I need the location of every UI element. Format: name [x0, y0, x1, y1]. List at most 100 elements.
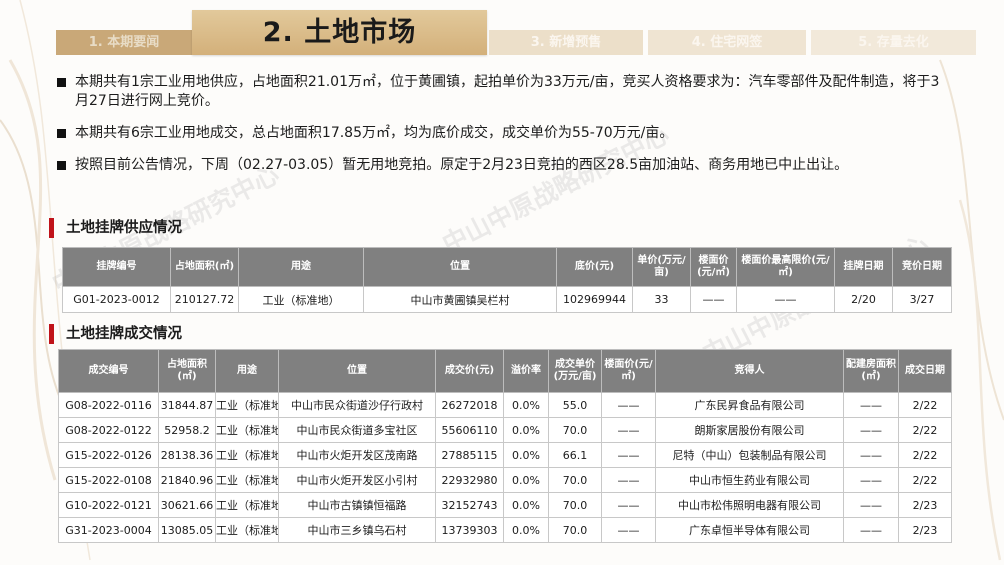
table-row: G31-2023-000413085.05工业（标准地）中山市三乡镇乌石村137…	[58, 517, 952, 543]
square-bullet-icon	[57, 129, 66, 138]
tab-new-presale[interactable]: 3. 新增预售	[489, 30, 643, 55]
table-cell: G08-2022-0116	[58, 392, 159, 418]
table-cell: ——	[843, 492, 899, 518]
table-cell: 55.0	[548, 392, 602, 418]
table-cell: 22932980	[435, 467, 504, 493]
table-cell: 0.0%	[503, 467, 549, 493]
column-header: 成交价(元)	[435, 349, 504, 393]
table-cell: 工业（标准地）	[215, 517, 279, 543]
table-cell: 26272018	[435, 392, 504, 418]
column-header: 位置	[363, 247, 557, 287]
table-cell: 0.0%	[503, 442, 549, 468]
column-header: 成交单价(万元/亩)	[548, 349, 602, 393]
column-header: 底价(元)	[556, 247, 633, 287]
table-cell: 21840.96	[158, 467, 216, 493]
table-cell: 2/22	[898, 392, 952, 418]
column-header: 楼面价(元/㎡)	[601, 349, 656, 393]
table-cell: G01-2023-0012	[62, 286, 171, 313]
tab-residential-contracts[interactable]: 4. 住宅网签	[648, 30, 806, 55]
table-cell: 66.1	[548, 442, 602, 468]
table-cell: ——	[601, 492, 656, 518]
table-row: G15-2022-010821840.96工业（标准地）中山市火炬开发区小引村2…	[58, 467, 952, 493]
tab-inventory[interactable]: 5. 存量去化	[811, 30, 976, 55]
table-cell: ——	[843, 442, 899, 468]
table-cell: 中山市松伟照明电器有限公司	[655, 492, 844, 518]
table-cell: 中山市民众街道多宝社区	[278, 417, 436, 443]
table-cell: G15-2022-0126	[58, 442, 159, 468]
table-cell: 2/22	[898, 442, 952, 468]
table-cell: 中山市黄圃镇吴栏村	[363, 286, 557, 313]
table-cell: ——	[843, 467, 899, 493]
table-cell: 2/23	[898, 492, 952, 518]
table-cell: ——	[690, 286, 737, 313]
table-cell: 13739303	[435, 517, 504, 543]
table-cell: 2/23	[898, 517, 952, 543]
table-cell: 28138.36	[158, 442, 216, 468]
section-marker	[49, 324, 54, 344]
table-cell: ——	[601, 417, 656, 443]
column-header: 成交编号	[58, 349, 159, 393]
table-cell: 70.0	[548, 467, 602, 493]
deals-section-title: 土地挂牌成交情况	[66, 326, 182, 342]
table-cell: ——	[601, 392, 656, 418]
square-bullet-icon	[57, 78, 66, 87]
table-cell: 70.0	[548, 417, 602, 443]
table-cell: 中山市三乡镇乌石村	[278, 517, 436, 543]
column-header: 配建房面积(㎡)	[843, 349, 899, 393]
column-header: 挂牌日期	[834, 247, 893, 287]
table-cell: 中山市古镇镇恒福路	[278, 492, 436, 518]
table-cell: 2/22	[898, 417, 952, 443]
column-header: 溢价率	[503, 349, 549, 393]
table-cell: 3/27	[892, 286, 952, 313]
summary-bullet: 本期共有6宗工业用地成交，总占地面积17.85万㎡，均为底价成交，成交单价为55…	[57, 124, 942, 143]
table-cell: ——	[843, 417, 899, 443]
table-cell: 55606110	[435, 417, 504, 443]
table-cell: 52958.2	[158, 417, 216, 443]
table-cell: 广东卓恒半导体有限公司	[655, 517, 844, 543]
table-cell: 210127.72	[170, 286, 239, 313]
table-cell: 尼特（中山）包装制品有限公司	[655, 442, 844, 468]
table-row: G15-2022-012628138.36工业（标准地）中山市火炬开发区茂南路2…	[58, 442, 952, 468]
table-cell: 中山市恒生药业有限公司	[655, 467, 844, 493]
table-cell: 工业（标准地）	[215, 417, 279, 443]
table-cell: 32152743	[435, 492, 504, 518]
table-cell: 工业（标准地）	[215, 467, 279, 493]
table-cell: 70.0	[548, 517, 602, 543]
table-row: G08-2022-012252958.2工业（标准地）中山市民众街道多宝社区55…	[58, 417, 952, 443]
column-header: 单价(万元/亩)	[632, 247, 691, 287]
table-cell: 31844.87	[158, 392, 216, 418]
table-cell: ——	[601, 442, 656, 468]
table-cell: ——	[843, 392, 899, 418]
column-header: 竞价日期	[892, 247, 952, 287]
supply-table: 挂牌编号 占地面积(㎡) 用途 位置 底价(元) 单价(万元/亩) 楼面价(元/㎡) 楼面价最…	[62, 247, 952, 313]
table-cell: 工业（标准地）	[215, 442, 279, 468]
table-cell: 工业（标准地）	[215, 492, 279, 518]
table-cell: 0.0%	[503, 392, 549, 418]
column-header: 楼面价(元/㎡)	[690, 247, 737, 287]
deals-table: 成交编号 占地面积(㎡) 用途 位置 成交价(元) 溢价率 成交单价(万元/亩) 楼面价(元/…	[58, 349, 952, 543]
table-cell: 30621.66	[158, 492, 216, 518]
table-cell: 102969944	[556, 286, 633, 313]
section-tab-bar: 1. 本期要闻 3. 新增预售 4. 住宅网签 5. 存量去化	[0, 30, 976, 55]
table-cell: G08-2022-0122	[58, 417, 159, 443]
summary-bullets: 本期共有1宗工业用地供应，占地面积21.01万㎡，位于黄圃镇，起拍单价为33万元…	[57, 73, 942, 188]
square-bullet-icon	[57, 161, 66, 170]
tab-land-market-active[interactable]: 2. 土地市场	[192, 10, 487, 55]
table-row: G08-2022-011631844.87工业（标准地）中山市民众街道沙仔行政村…	[58, 392, 952, 418]
section-marker	[49, 218, 54, 238]
column-header: 楼面价最高限价(元/㎡)	[736, 247, 835, 287]
table-cell: 13085.05	[158, 517, 216, 543]
column-header: 用途	[238, 247, 364, 287]
page-title: 2. 土地市场	[262, 17, 417, 48]
column-header: 成交日期	[898, 349, 952, 393]
table-cell: 27885115	[435, 442, 504, 468]
table-cell: 中山市火炬开发区小引村	[278, 467, 436, 493]
table-cell: 2/22	[898, 467, 952, 493]
summary-bullet: 本期共有1宗工业用地供应，占地面积21.01万㎡，位于黄圃镇，起拍单价为33万元…	[57, 73, 942, 111]
table-cell: 33	[632, 286, 691, 313]
tab-news[interactable]: 1. 本期要闻	[56, 30, 192, 55]
table-cell: G31-2023-0004	[58, 517, 159, 543]
table-cell: 工业（标准地）	[215, 392, 279, 418]
table-cell: 广东民昇食品有限公司	[655, 392, 844, 418]
column-header: 位置	[278, 349, 436, 393]
